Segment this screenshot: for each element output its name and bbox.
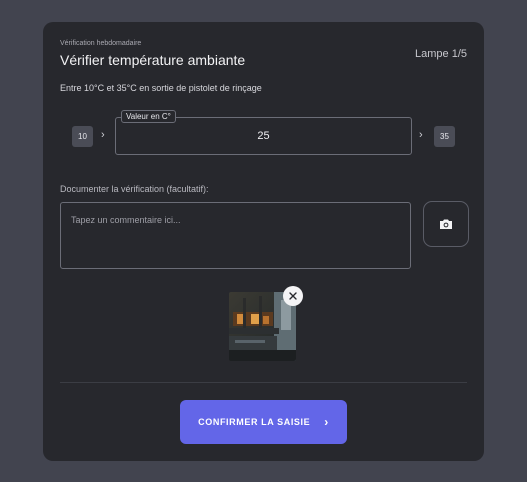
- chevron-right-icon: ›: [419, 129, 423, 141]
- temperature-input-label: Valeur en C°: [121, 110, 176, 123]
- divider: [60, 382, 467, 383]
- chevron-right-icon: ›: [324, 415, 329, 429]
- confirm-button[interactable]: CONFIRMER LA SAISIE ›: [180, 400, 347, 444]
- temperature-value: 25: [257, 130, 270, 142]
- camera-button[interactable]: [423, 201, 469, 247]
- confirm-button-label: CONFIRMER LA SAISIE: [198, 417, 311, 427]
- min-value-box: 10: [72, 126, 93, 147]
- comment-placeholder: Tapez un commentaire ici...: [71, 215, 181, 225]
- remove-photo-button[interactable]: [283, 286, 303, 306]
- documentation-label: Documenter la vérification (facultatif):: [60, 184, 209, 194]
- lamp-counter: Lampe 1/5: [415, 48, 467, 60]
- max-value-box: 35: [434, 126, 455, 147]
- camera-icon: [440, 219, 452, 229]
- chevron-right-icon: ›: [101, 129, 105, 141]
- range-description: Entre 10°C et 35°C en sortie de pistolet…: [60, 83, 262, 93]
- close-icon: [289, 292, 297, 300]
- comment-textarea[interactable]: Tapez un commentaire ici...: [60, 202, 411, 269]
- card-eyebrow: Vérification hebdomadaire: [60, 40, 142, 47]
- page-title: Vérifier température ambiante: [60, 52, 246, 68]
- verification-card: Vérification hebdomadaire Vérifier tempé…: [43, 22, 484, 461]
